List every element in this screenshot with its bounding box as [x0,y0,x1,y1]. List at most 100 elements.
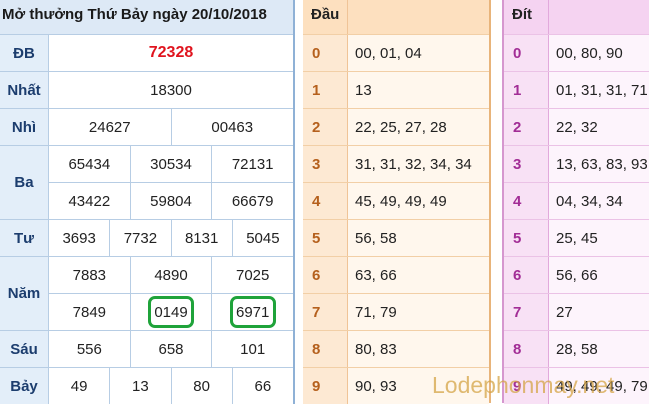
tail-digit: 3 [504,146,549,182]
prize-row: Nhất 18300 [0,71,293,108]
head-values: 00, 01, 04 [355,44,422,62]
head-digit: 2 [303,109,348,145]
prize-label: ĐB [0,35,49,71]
prize-label: Bảy [0,368,49,404]
head-values: 80, 83 [355,340,397,358]
head-row: 5 56, 58 [303,219,489,256]
head-row: 9 90, 93 [303,367,489,404]
head-digit: 4 [303,183,348,219]
tail-values: 13, 63, 83, 93 [556,155,648,173]
head-digit: 8 [303,331,348,367]
tail-values: 04, 34, 34 [556,192,623,210]
prize-number: 7849 [72,303,107,321]
tail-row: 6 56, 66 [504,256,649,293]
tail-digit: 2 [504,109,549,145]
tail-row: 2 22, 32 [504,108,649,145]
head-values: 71, 79 [355,303,397,321]
tail-values: 01, 31, 31, 71 [556,81,648,99]
prize-number: 72131 [211,146,293,182]
special-prize-number: 72328 [148,44,194,61]
tail-values: 27 [556,303,573,321]
head-row: 1 13 [303,71,489,108]
prize-number: 80 [170,368,232,404]
prize-number: 658 [129,331,212,367]
prize-row: Năm 7883 4890 7025 7849 0149 6971 [0,256,293,330]
head-row: 2 22, 25, 27, 28 [303,108,489,145]
head-table-body: 0 00, 01, 04 1 13 2 22, 25, 27, 28 3 31, 31, 32… [303,34,489,404]
head-values: 63, 66 [355,266,397,284]
tail-table-body: 0 00, 80, 90 1 01, 31, 31, 71 2 22, 32 3 13, 63… [504,34,649,404]
head-values: 31, 31, 32, 34, 34 [355,155,472,173]
prize-number: 7883 [72,266,107,284]
head-table-title: Đầu [303,0,348,34]
tail-digit: 9 [504,368,549,404]
tail-table-title: Đít [504,0,549,34]
prize-number: 24627 [88,118,131,136]
tail-row: 9 49, 49, 49, 79 [504,367,649,404]
head-row: 0 00, 01, 04 [303,34,489,71]
head-values: 45, 49, 49, 49 [355,192,447,210]
tail-table-header: Đít [504,0,649,34]
prize-label: Tư [0,220,49,256]
tail-digit: 8 [504,331,549,367]
prize-number: 7025 [211,257,293,293]
tail-values: 00, 80, 90 [556,44,623,62]
prize-number: 5045 [231,220,293,256]
head-values: 56, 58 [355,229,397,247]
tail-digit: 5 [504,220,549,256]
tail-digit: 6 [504,257,549,293]
results-title: Mở thưởng Thứ Bảy ngày 20/10/2018 [0,0,293,34]
tail-digit: 7 [504,294,549,330]
tail-values: 25, 45 [556,229,598,247]
tail-values: 22, 32 [556,118,598,136]
head-values: 22, 25, 27, 28 [355,118,447,136]
tail-values: 56, 66 [556,266,598,284]
prize-label: Sáu [0,331,49,367]
tail-row: 7 27 [504,293,649,330]
tail-digit: 1 [504,72,549,108]
head-row: 3 31, 31, 32, 34, 34 [303,145,489,182]
prize-row: Bảy 49 13 80 66 [0,367,293,404]
prize-number: 43422 [68,192,111,210]
prize-number: 65434 [68,155,111,173]
prize-label: Ba [0,146,49,219]
prize-number: 49 [70,377,88,395]
head-row: 6 63, 66 [303,256,489,293]
prize-number: 7732 [109,220,170,256]
tail-row: 8 28, 58 [504,330,649,367]
prize-row: Tư 3693 7732 8131 5045 [0,219,293,256]
head-digit: 1 [303,72,348,108]
prize-row: Sáu 556 658 101 [0,330,293,367]
prize-number: 8131 [170,220,232,256]
tail-row: 3 13, 63, 83, 93 [504,145,649,182]
tail-values: 49, 49, 49, 79 [556,377,648,395]
prize-row: ĐB 72328 [0,34,293,71]
prize-number: 0149 [129,294,212,330]
prize-number: 101 [211,331,293,367]
prize-number: 18300 [150,81,192,99]
prize-number: 13 [109,368,170,404]
head-digit-table: Đầu 0 00, 01, 04 1 13 2 22, 25, 27, 28 3 31, 31… [303,0,491,404]
lottery-results-table: Mở thưởng Thứ Bảy ngày 20/10/2018 ĐB 7232… [0,0,295,404]
head-values: 90, 93 [355,377,397,395]
tail-digit-table: Đít 0 00, 80, 90 1 01, 31, 31, 71 2 22, 32 3 13… [502,0,649,404]
head-digit: 6 [303,257,348,293]
prize-number: 66 [231,368,293,404]
head-digit: 3 [303,146,348,182]
tail-row: 5 25, 45 [504,219,649,256]
head-values: 13 [355,81,372,99]
prize-label: Năm [0,257,49,330]
head-table-header: Đầu [303,0,489,34]
tail-row: 1 01, 31, 31, 71 [504,71,649,108]
prize-number: 59804 [129,183,212,219]
prize-label: Nhì [0,109,49,145]
tail-digit: 4 [504,183,549,219]
prize-number: 4890 [129,257,212,293]
head-digit: 0 [303,35,348,71]
tail-values: 28, 58 [556,340,598,358]
tail-row: 0 00, 80, 90 [504,34,649,71]
head-digit: 5 [303,220,348,256]
tail-row: 4 04, 34, 34 [504,182,649,219]
prize-row: Ba 65434 30534 72131 43422 59804 66679 [0,145,293,219]
head-row: 8 80, 83 [303,330,489,367]
